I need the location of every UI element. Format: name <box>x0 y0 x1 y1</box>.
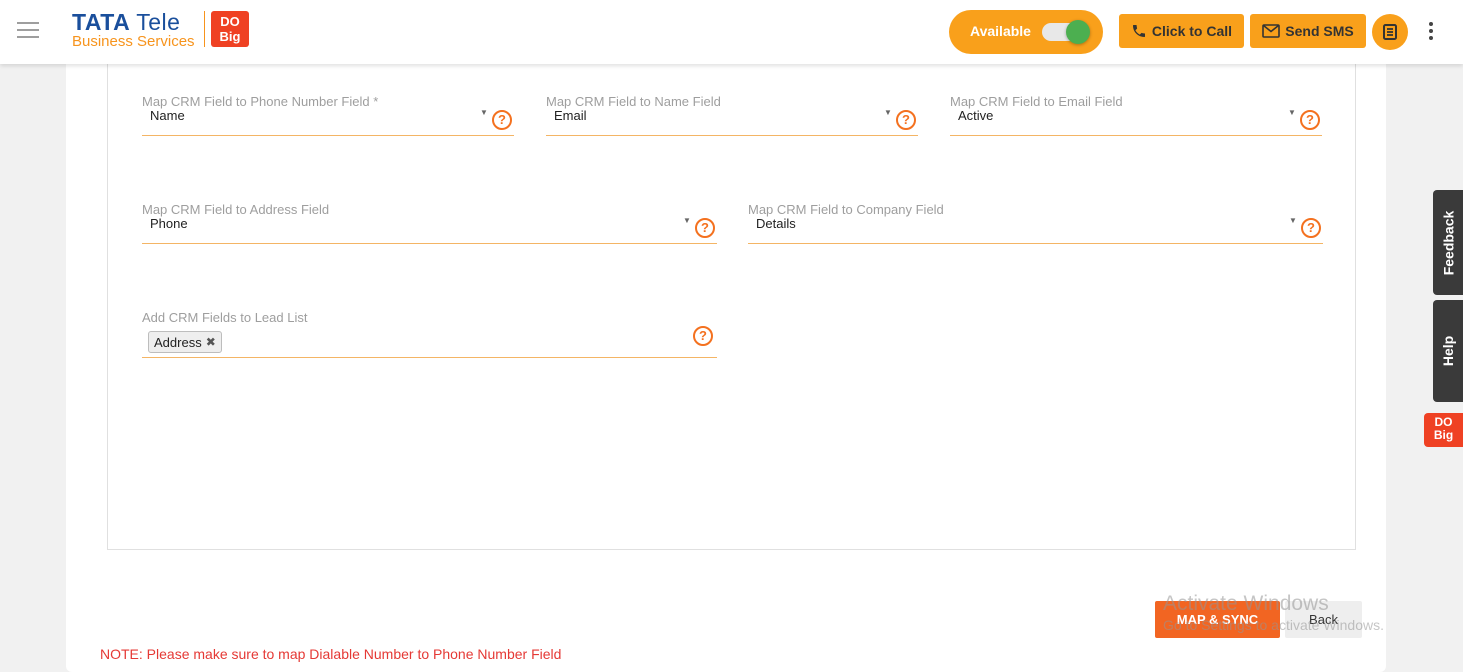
help-circle-icon[interactable]: ? <box>1301 218 1321 238</box>
dropdown-arrow-icon[interactable]: ▼ <box>1289 216 1297 225</box>
crm-mapping-card: Map CRM Field to Phone Number Field * Na… <box>107 64 1356 550</box>
dobig-side-button[interactable]: DO Big <box>1424 413 1463 447</box>
company-field-select[interactable]: Map CRM Field to Company Field Details ▼… <box>748 202 1323 244</box>
click-to-call-button[interactable]: Click to Call <box>1119 14 1244 48</box>
more-vertical-icon[interactable] <box>1425 22 1437 42</box>
help-circle-icon[interactable]: ? <box>695 218 715 238</box>
email-field-label: Map CRM Field to Email Field <box>950 94 1123 109</box>
send-sms-label: Send SMS <box>1285 23 1354 39</box>
help-circle-icon[interactable]: ? <box>896 110 916 130</box>
chip-label: Address <box>154 334 202 350</box>
logo-subtitle: Business Services <box>72 33 195 50</box>
email-field-select[interactable]: Map CRM Field to Email Field Active ▼ ? <box>950 94 1322 136</box>
lead-list-fields-input[interactable]: Add CRM Fields to Lead List Address ✖ ? <box>142 310 717 358</box>
phone-number-field-select[interactable]: Map CRM Field to Phone Number Field * Na… <box>142 94 514 136</box>
lead-list-chip: Address ✖ <box>148 331 222 353</box>
phone-number-field-value: Name <box>150 108 185 123</box>
dropdown-arrow-icon[interactable]: ▼ <box>480 108 488 117</box>
lead-list-label: Add CRM Fields to Lead List <box>142 310 308 325</box>
back-button[interactable]: Back <box>1285 601 1362 638</box>
address-field-label: Map CRM Field to Address Field <box>142 202 330 217</box>
contacts-book-button[interactable] <box>1372 14 1408 50</box>
book-icon <box>1383 24 1397 40</box>
name-field-value: Email <box>554 108 587 123</box>
availability-label: Available <box>970 23 1031 39</box>
mail-icon <box>1262 24 1281 38</box>
send-sms-button[interactable]: Send SMS <box>1250 14 1366 48</box>
switch-knob <box>1066 20 1090 44</box>
help-circle-icon[interactable]: ? <box>693 326 713 346</box>
help-tab-label: Help <box>1440 335 1456 367</box>
dropdown-arrow-icon[interactable]: ▼ <box>1288 108 1296 117</box>
click-to-call-label: Click to Call <box>1151 23 1233 39</box>
help-tab[interactable]: Help <box>1433 300 1463 402</box>
name-field-select[interactable]: Map CRM Field to Name Field Email ▼ ? <box>546 94 918 136</box>
dropdown-arrow-icon[interactable]: ▼ <box>884 108 892 117</box>
feedback-tab-label: Feedback <box>1440 210 1456 275</box>
availability-toggle[interactable]: Available <box>949 10 1103 54</box>
map-and-sync-button[interactable]: MAP & SYNC <box>1155 601 1280 638</box>
name-field-label: Map CRM Field to Name Field <box>546 94 721 109</box>
phone-icon <box>1132 25 1145 37</box>
address-field-select[interactable]: Map CRM Field to Address Field Phone ▼ ? <box>142 202 717 244</box>
logo-divider <box>204 11 205 47</box>
logo-wordmark: TATA Tele <box>72 9 181 35</box>
menu-icon[interactable] <box>17 22 39 40</box>
availability-switch[interactable] <box>1042 20 1090 44</box>
mapping-note: NOTE: Please make sure to map Dialable N… <box>100 646 562 662</box>
feedback-tab[interactable]: Feedback <box>1433 190 1463 295</box>
help-circle-icon[interactable]: ? <box>1300 110 1320 130</box>
address-field-value: Phone <box>150 216 188 231</box>
phone-number-field-label: Map CRM Field to Phone Number Field * <box>142 94 379 109</box>
help-circle-icon[interactable]: ? <box>492 110 512 130</box>
top-bar: TATA Tele Business Services DO Big Availa… <box>0 0 1463 64</box>
dropdown-arrow-icon[interactable]: ▼ <box>683 216 691 225</box>
company-field-value: Details <box>756 216 796 231</box>
company-field-label: Map CRM Field to Company Field <box>748 202 944 217</box>
dobig-logo: DO Big <box>211 11 249 47</box>
email-field-value: Active <box>958 108 994 123</box>
close-icon[interactable]: ✖ <box>206 335 216 349</box>
